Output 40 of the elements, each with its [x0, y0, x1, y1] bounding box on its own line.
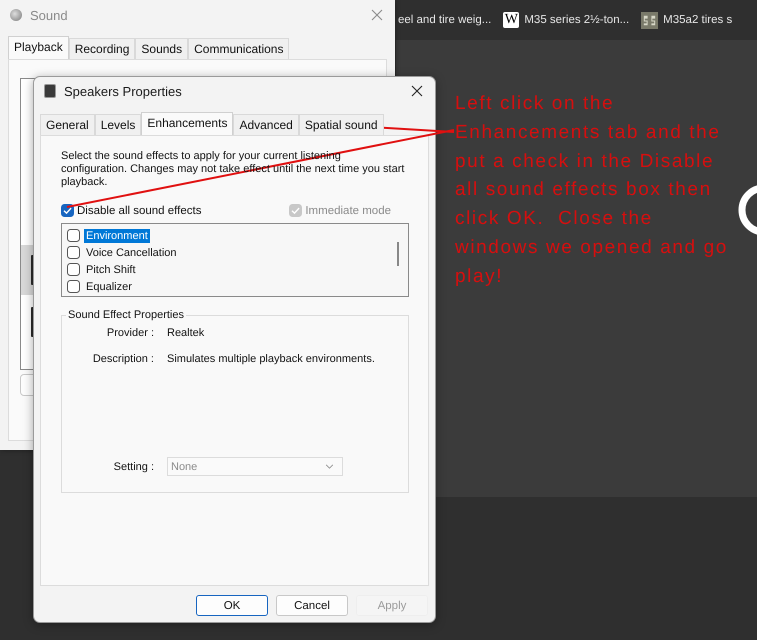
group-title: Sound Effect Properties: [67, 309, 185, 321]
speaker-icon: [10, 9, 22, 21]
tab[interactable]: Recording: [68, 38, 136, 59]
list-item[interactable]: Pitch Shift: [84, 262, 138, 276]
chevron-icon: [325, 464, 334, 469]
checkbox-label[interactable]: Disable all sound effects: [77, 204, 202, 216]
window-title: Speakers Properties: [64, 84, 183, 98]
field-label: Description :: [92, 353, 154, 365]
ring-icon: [737, 183, 757, 237]
browser-tab[interactable]: eel and tire weig...: [398, 14, 492, 26]
list-item[interactable]: Environment: [84, 228, 150, 242]
checkbox[interactable]: [67, 280, 80, 293]
field-value: Simulates multiple playback environments.: [167, 353, 376, 365]
dialog-button[interactable]: OK: [196, 595, 268, 616]
browser-tab[interactable]: M35a2 tires s: [663, 14, 732, 26]
tab[interactable]: Levels: [94, 114, 142, 135]
site-icon: W: [503, 12, 520, 28]
selected-row[interactable]: [21, 245, 33, 295]
checkbox[interactable]: [67, 229, 80, 242]
site-icon: [641, 12, 658, 28]
tab[interactable]: General: [40, 114, 95, 135]
speaker-icon: [44, 84, 56, 98]
checkbox[interactable]: [67, 263, 80, 276]
tab[interactable]: Communications: [188, 38, 290, 59]
annotation-text: Left click on the Enhancements tab and the put a check in the Disable all sound effects box then click OK. Close the windows we opened and go play!: [455, 92, 729, 289]
scroll-thumb[interactable]: [397, 242, 399, 266]
tab[interactable]: Sounds: [135, 38, 188, 59]
close-icon[interactable]: [411, 85, 423, 97]
window-title: Sound: [30, 8, 69, 22]
tab[interactable]: Enhancements: [141, 112, 234, 135]
browser-tab[interactable]: M35 series 2½-ton...: [524, 14, 630, 26]
field-value: Realtek: [167, 327, 206, 339]
field-label: Provider :: [106, 327, 154, 339]
dialog-button[interactable]: Cancel: [276, 595, 348, 616]
list-item[interactable]: Voice Cancellation: [84, 246, 179, 260]
checkbox[interactable]: [67, 246, 80, 259]
field-label: Setting :: [112, 460, 154, 472]
checkbox[interactable]: [61, 204, 74, 217]
list-item[interactable]: Equalizer: [84, 280, 134, 294]
tab[interactable]: Playback: [8, 36, 69, 59]
